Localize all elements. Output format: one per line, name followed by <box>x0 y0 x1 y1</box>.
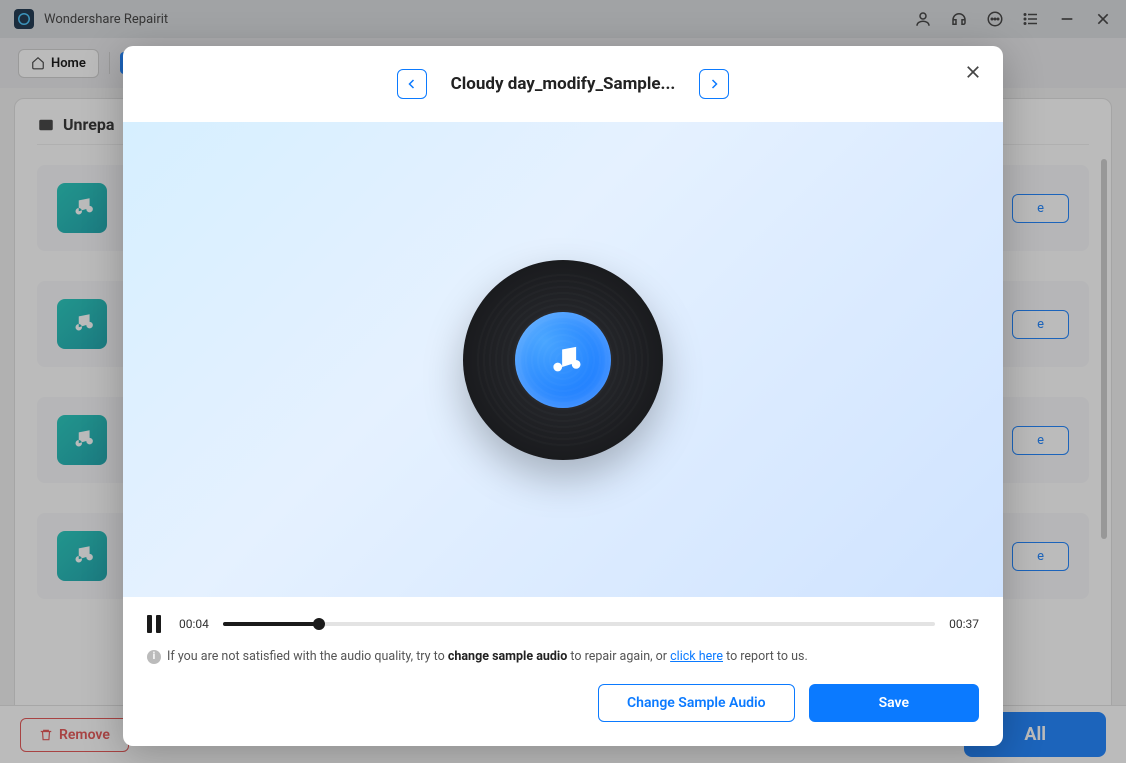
music-note-icon <box>542 339 584 381</box>
hint-mid: to repair again, or <box>567 649 670 664</box>
chevron-left-icon <box>406 78 418 90</box>
modal-footer: Change Sample Audio Save <box>123 678 1003 746</box>
progress-knob[interactable] <box>313 618 325 630</box>
hint-pre: If you are not satisfied with the audio … <box>167 649 448 664</box>
total-time: 00:37 <box>949 617 979 631</box>
preview-area <box>123 122 1003 597</box>
next-button[interactable] <box>699 69 729 99</box>
hint-bold: change sample audio <box>448 649 567 664</box>
close-icon <box>964 63 982 81</box>
report-link[interactable]: click here <box>670 649 723 664</box>
preview-modal: Cloudy day_modify_Sample... 00:04 00:3 <box>123 46 1003 746</box>
audio-player: 00:04 00:37 <box>123 597 1003 643</box>
hint-post: to report to us. <box>723 649 808 664</box>
progress-track[interactable] <box>223 622 935 626</box>
chevron-right-icon <box>708 78 720 90</box>
modal-overlay: Cloudy day_modify_Sample... 00:04 00:3 <box>0 0 1126 763</box>
prev-button[interactable] <box>397 69 427 99</box>
change-sample-button[interactable]: Change Sample Audio <box>598 684 795 722</box>
quality-hint: i If you are not satisfied with the audi… <box>123 643 1003 678</box>
info-icon: i <box>147 650 161 664</box>
modal-title: Cloudy day_modify_Sample... <box>451 74 676 94</box>
progress-fill <box>223 622 319 626</box>
vinyl-record-icon <box>463 260 663 460</box>
save-button[interactable]: Save <box>809 684 979 722</box>
current-time: 00:04 <box>179 617 209 631</box>
modal-header: Cloudy day_modify_Sample... <box>123 46 1003 122</box>
close-button[interactable] <box>961 60 985 84</box>
pause-button[interactable] <box>147 615 165 633</box>
